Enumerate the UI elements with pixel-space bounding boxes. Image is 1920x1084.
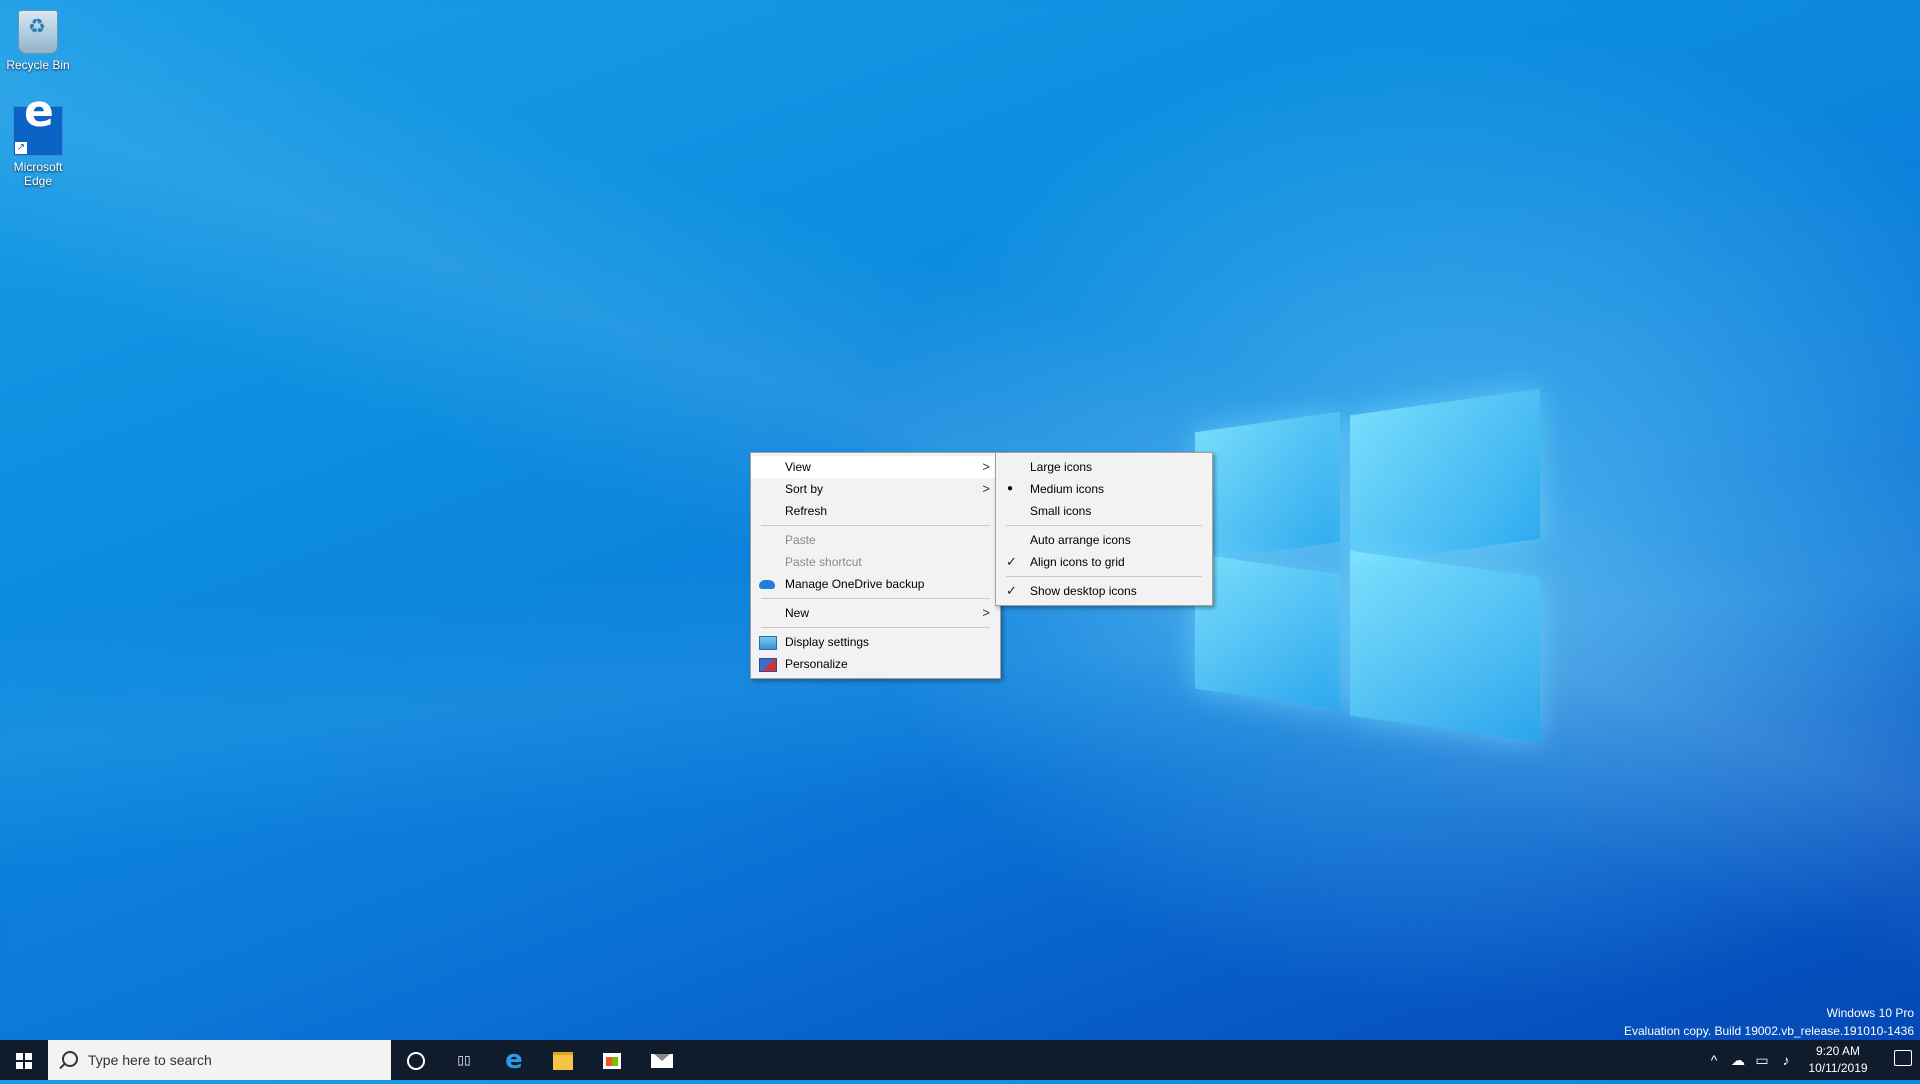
menu-item-display-settings[interactable]: Display settings: [751, 631, 1000, 653]
submenu-item-label: Small icons: [1030, 504, 1092, 518]
store-icon: [603, 1052, 621, 1069]
submenu-item-label: Show desktop icons: [1030, 584, 1137, 598]
menu-item-label: Paste: [785, 533, 816, 547]
onedrive-icon: ☁: [1731, 1052, 1745, 1068]
edge-icon: e: [505, 1045, 523, 1075]
menu-item-personalize[interactable]: Personalize: [751, 653, 1000, 675]
checkmark-icon: ✓: [1006, 554, 1017, 569]
menu-item-label: View: [785, 460, 811, 474]
volume-tray-button[interactable]: ♪: [1776, 1040, 1796, 1080]
desktop-icon-recycle-bin[interactable]: Recycle Bin: [0, 6, 76, 72]
menu-item-paste-shortcut[interactable]: Paste shortcut: [751, 551, 1000, 573]
chevron-up-icon: ^: [1710, 1052, 1718, 1068]
logo-pane: [1350, 388, 1540, 566]
submenu-item-auto-arrange-icons[interactable]: Auto arrange icons: [996, 529, 1212, 551]
menu-item-label: Sort by: [785, 482, 824, 496]
menu-item-refresh[interactable]: Refresh: [751, 500, 1000, 522]
submenu-item-label: Medium icons: [1030, 482, 1105, 496]
desktop-icon-label: Recycle Bin: [6, 58, 70, 72]
onedrive-icon: [759, 580, 775, 589]
volume-icon: ♪: [1782, 1052, 1790, 1068]
logo-pane: [1195, 553, 1340, 710]
chevron-right-icon: >: [982, 459, 990, 474]
taskbar: Type here to search ▯▯ e ^ ☁ ▭ ♪ 9:20 AM…: [0, 1040, 1920, 1080]
menu-separator: [1006, 525, 1202, 526]
recycle-bin-icon: [18, 10, 58, 54]
display-icon: [759, 636, 777, 650]
menu-item-label: New: [785, 606, 810, 620]
mail-icon: [651, 1053, 673, 1068]
task-view-button[interactable]: ▯▯: [440, 1040, 488, 1080]
menu-item-new[interactable]: New >: [751, 602, 1000, 624]
personalize-icon: [759, 658, 777, 672]
submenu-item-align-icons-to-grid[interactable]: ✓ Align icons to grid: [996, 551, 1212, 573]
network-icon: ▭: [1755, 1052, 1769, 1068]
submenu-item-large-icons[interactable]: Large icons: [996, 456, 1212, 478]
menu-item-label: Refresh: [785, 504, 828, 518]
network-tray-button[interactable]: ▭: [1752, 1040, 1772, 1080]
submenu-item-label: Align icons to grid: [1030, 555, 1125, 569]
menu-item-manage-onedrive-backup[interactable]: Manage OneDrive backup: [751, 573, 1000, 595]
menu-item-paste[interactable]: Paste: [751, 529, 1000, 551]
menu-item-label: Personalize: [785, 657, 848, 671]
cortana-button[interactable]: [392, 1040, 440, 1080]
chevron-right-icon: >: [982, 605, 990, 620]
taskbar-mail-button[interactable]: [638, 1040, 686, 1080]
menu-separator: [761, 525, 990, 526]
show-hidden-icons-button[interactable]: ^: [1704, 1040, 1724, 1080]
search-box[interactable]: Type here to search: [48, 1040, 391, 1080]
file-explorer-icon: [553, 1051, 573, 1070]
logo-pane: [1350, 550, 1540, 743]
checkmark-icon: ✓: [1006, 583, 1017, 598]
menu-item-label: Display settings: [785, 635, 870, 649]
menu-separator: [761, 598, 990, 599]
logo-pane: [1195, 411, 1340, 563]
taskbar-edge-button[interactable]: e: [490, 1040, 538, 1080]
menu-item-view[interactable]: View >: [751, 456, 1000, 478]
menu-item-sort-by[interactable]: Sort by >: [751, 478, 1000, 500]
edge-icon: [13, 105, 63, 156]
search-icon: [62, 1051, 78, 1067]
desktop-icon-microsoft-edge[interactable]: Microsoft Edge: [0, 105, 76, 188]
action-center-icon[interactable]: [1894, 1050, 1912, 1066]
submenu-item-label: Large icons: [1030, 460, 1093, 474]
submenu-item-small-icons[interactable]: Small icons: [996, 500, 1212, 522]
clock-date: 10/11/2019: [1808, 1061, 1868, 1075]
menu-item-label: Manage OneDrive backup: [785, 577, 925, 591]
desktop-context-menu: View > Sort by > Refresh Paste Paste sho…: [750, 452, 1001, 679]
chevron-right-icon: >: [982, 481, 990, 496]
clock[interactable]: 9:20 AM 10/11/2019: [1798, 1043, 1878, 1077]
edition-watermark: Windows 10 Pro: [1826, 1006, 1914, 1020]
view-submenu: Large icons ● Medium icons Small icons A…: [995, 452, 1213, 606]
windows-logo-icon: [16, 1053, 32, 1069]
task-view-icon: ▯▯: [457, 1053, 471, 1067]
menu-separator: [761, 627, 990, 628]
wallpaper-windows-logo: [1195, 382, 1540, 743]
clock-time: 9:20 AM: [1815, 1044, 1861, 1058]
menu-item-label: Paste shortcut: [785, 555, 862, 569]
search-placeholder: Type here to search: [88, 1052, 212, 1068]
start-button[interactable]: [0, 1040, 48, 1080]
radio-bullet-icon: ●: [1007, 483, 1014, 494]
submenu-item-medium-icons[interactable]: ● Medium icons: [996, 478, 1212, 500]
onedrive-tray-button[interactable]: ☁: [1728, 1040, 1748, 1080]
menu-separator: [1006, 576, 1202, 577]
build-watermark: Evaluation copy. Build 19002.vb_release.…: [1624, 1024, 1914, 1038]
taskbar-store-button[interactable]: [588, 1040, 636, 1080]
submenu-item-label: Auto arrange icons: [1030, 533, 1131, 547]
taskbar-file-explorer-button[interactable]: [539, 1040, 587, 1080]
cortana-icon: [407, 1051, 425, 1070]
desktop-icon-label: Microsoft Edge: [13, 160, 63, 188]
submenu-item-show-desktop-icons[interactable]: ✓ Show desktop icons: [996, 580, 1212, 602]
